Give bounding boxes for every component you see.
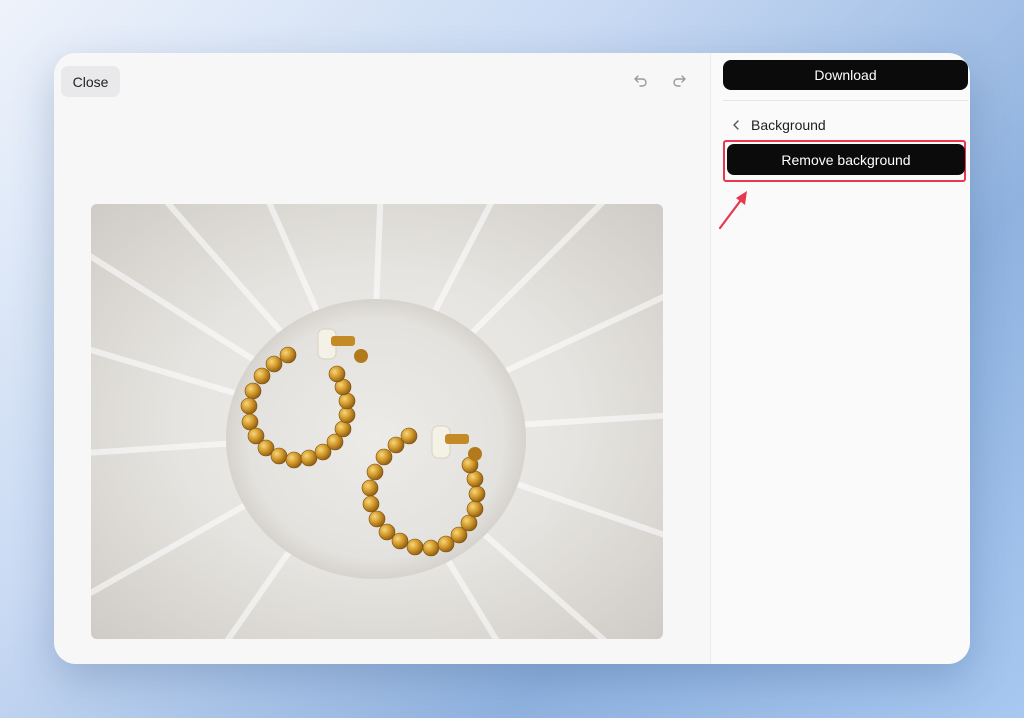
redo-button[interactable] <box>667 69 691 93</box>
editor-window: Close Download Background Remove backgro… <box>54 53 970 664</box>
redo-icon <box>673 75 686 87</box>
divider <box>723 100 968 101</box>
background-section-back[interactable]: Background <box>731 115 826 135</box>
section-title: Background <box>751 117 826 133</box>
remove-background-button[interactable]: Remove background <box>727 144 965 175</box>
arrow-icon <box>718 191 747 230</box>
canvas-area: Close <box>54 53 710 664</box>
product-photo <box>91 204 663 639</box>
undo-button[interactable] <box>629 69 653 93</box>
close-button[interactable]: Close <box>61 66 120 97</box>
download-button[interactable]: Download <box>723 60 968 90</box>
side-panel: Download Background Remove background <box>710 53 970 664</box>
chevron-left-icon <box>733 120 739 130</box>
undo-icon <box>634 75 647 87</box>
